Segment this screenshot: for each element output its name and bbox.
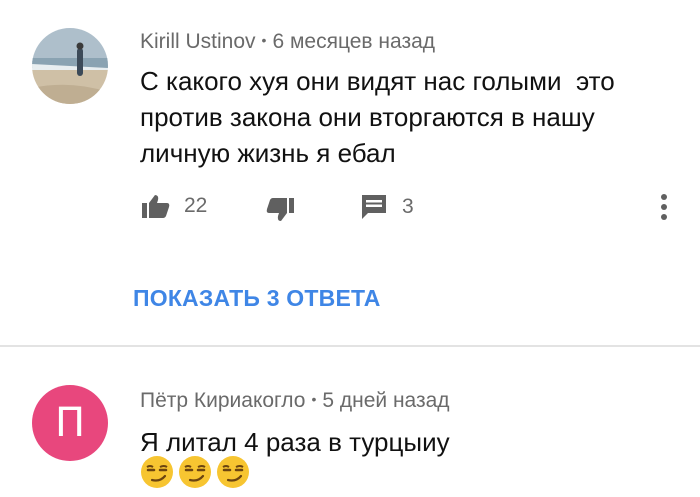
comment-text-line: против закона они вторгаются в нашу: [140, 102, 595, 132]
comment-actions: 22 3: [0, 188, 700, 228]
show-replies-link[interactable]: ПОКАЗАТЬ 3 ОТВЕТА: [133, 285, 381, 312]
comment-time: 5 дней назад: [322, 389, 450, 412]
comment-2: П Пётр Кириакогло • 5 дней назад Я литал 4…: [0, 347, 700, 497]
avatar[interactable]: П: [32, 385, 108, 461]
reply-icon: [362, 195, 386, 219]
avatar-photo: [32, 28, 108, 104]
thumbs-down-icon: [266, 198, 294, 221]
avatar[interactable]: [32, 28, 108, 104]
comment-text: С какого хуя они видят нас голыми это про…: [140, 63, 615, 171]
comment-meta: Kirill Ustinov • 6 месяцев назад: [140, 30, 435, 54]
reply-button[interactable]: 3: [360, 194, 414, 220]
comment-time: 6 месяцев назад: [272, 30, 436, 53]
comment-1: Kirill Ustinov • 6 месяцев назад С какого …: [0, 0, 700, 345]
smirking-face-icon: [179, 456, 211, 488]
author-name[interactable]: Пётр Кириакогло: [140, 389, 305, 412]
thumbs-up-icon: [142, 195, 170, 218]
comment-text-line: С какого хуя они видят нас голыми это: [140, 66, 615, 96]
smirking-face-icon: [141, 456, 173, 488]
emoji-row: [140, 455, 250, 489]
meta-separator: •: [261, 32, 267, 48]
reply-count: 3: [402, 195, 414, 218]
author-name[interactable]: Kirill Ustinov: [140, 30, 256, 53]
smirking-face-icon: [217, 456, 249, 488]
avatar-letter: П: [54, 400, 86, 446]
like-button[interactable]: 22: [142, 194, 207, 218]
dislike-button[interactable]: [266, 198, 294, 222]
comment-meta: Пётр Кириакогло • 5 дней назад: [140, 389, 450, 413]
like-count: 22: [184, 194, 208, 217]
more-options-button[interactable]: [656, 193, 672, 221]
meta-separator: •: [311, 391, 317, 407]
comment-text-line: личную жизнь я ебал: [140, 138, 396, 168]
more-vert-icon: [661, 194, 667, 220]
